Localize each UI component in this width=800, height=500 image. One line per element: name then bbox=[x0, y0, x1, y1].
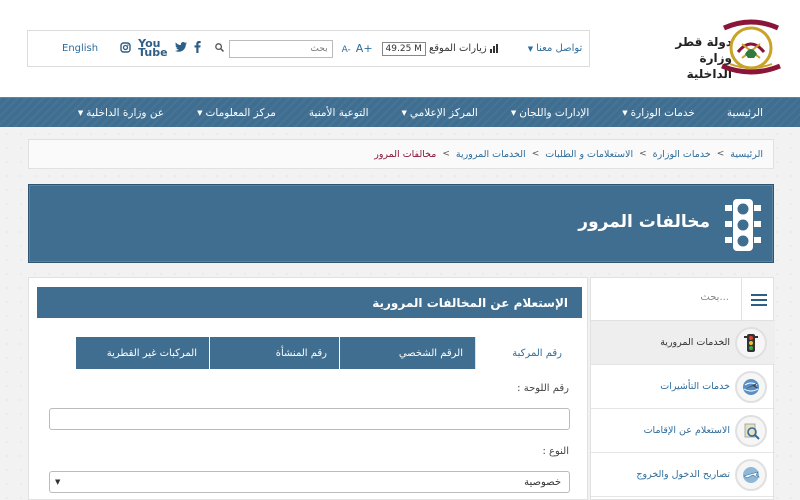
tab-label: رقم المركبة bbox=[512, 347, 562, 359]
tab-label: الرقم الشخصي bbox=[398, 347, 463, 359]
nav-item-information-center[interactable]: مركز المعلومات ▼ bbox=[197, 107, 276, 119]
nav-item-label: خدمات الوزارة bbox=[630, 106, 695, 119]
vehicle-type-label: النوع : bbox=[542, 446, 569, 457]
tab-non-qatari-vehicles[interactable]: المركبات غير القطرية bbox=[75, 337, 209, 369]
nav-item-media-center[interactable]: المركز الإعلامي ▼ bbox=[402, 107, 478, 119]
nav-item-label: المركز الإعلامي bbox=[409, 106, 478, 119]
visits-label: زيارات الموقع bbox=[428, 43, 487, 54]
twitter-icon[interactable] bbox=[174, 42, 187, 55]
breadcrumb-item[interactable]: الاستعلامات و الطلبات bbox=[545, 149, 633, 160]
inquiry-panel: الإستعلام عن المخالفات المرورية رقم المر… bbox=[28, 277, 588, 500]
tab-label: المركبات غير القطرية bbox=[106, 347, 197, 359]
breadcrumb-separator: > bbox=[531, 149, 540, 159]
sidebar-item-visa-services[interactable]: خدمات التأشيرات bbox=[591, 365, 775, 409]
caret-down-icon: ▼ bbox=[77, 108, 84, 117]
tab-vehicle-number[interactable]: رقم المركبة bbox=[475, 337, 574, 369]
traffic-light-icon bbox=[723, 197, 763, 253]
visits-count: 49.25 M bbox=[381, 41, 426, 56]
tab-personal-number[interactable]: الرقم الشخصي bbox=[339, 337, 475, 369]
instagram-icon[interactable] bbox=[120, 41, 131, 56]
contact-us-label: تواصل معنا bbox=[536, 43, 583, 54]
hamburger-menu-icon[interactable] bbox=[741, 278, 775, 321]
plate-number-label: رقم اللوحة : bbox=[517, 383, 569, 394]
caret-down-icon: ▼ bbox=[197, 108, 203, 117]
breadcrumb-separator: > bbox=[639, 149, 647, 159]
panel-title: الإستعلام عن المخالفات المرورية bbox=[37, 287, 582, 318]
airplane-icon bbox=[735, 458, 767, 491]
breadcrumb-separator: > bbox=[442, 149, 450, 159]
ministry-emblem-icon[interactable] bbox=[716, 14, 786, 78]
caret-down-icon: ▼ bbox=[527, 44, 534, 53]
main-nav: الرئيسية خدمات الوزارة ▼ الإدارات واللجا… bbox=[0, 97, 800, 127]
utility-bar: English You Tube A- A+ bbox=[27, 30, 590, 67]
sidebar-item-label: تصاريح الدخول والخروج bbox=[636, 469, 730, 480]
caret-down-icon: ▼ bbox=[55, 478, 61, 486]
header-search bbox=[214, 39, 333, 58]
font-increase-button[interactable]: A+ bbox=[356, 42, 373, 55]
nav-item-security-awareness[interactable]: التوعية الأمنية bbox=[309, 107, 369, 119]
language-link[interactable]: English bbox=[62, 43, 98, 54]
traffic-light-icon bbox=[735, 326, 767, 359]
breadcrumb-item[interactable]: الرئيسية bbox=[730, 149, 763, 160]
vehicle-type-value: خصوصية bbox=[524, 476, 561, 488]
social-links: You Tube bbox=[120, 38, 201, 59]
tab-label: رقم المنشأة bbox=[275, 347, 327, 359]
nav-item-about-ministry[interactable]: عن وزارة الداخلية ▼ bbox=[78, 107, 164, 119]
sidebar-item-label: الخدمات المرورية bbox=[660, 337, 730, 348]
sidebar-item-label: خدمات التأشيرات bbox=[660, 381, 730, 392]
magnifier-document-icon bbox=[735, 414, 767, 447]
nav-item-label: التوعية الأمنية bbox=[308, 106, 369, 119]
sidebar-search-placeholder: بحث... bbox=[700, 292, 729, 303]
breadcrumb-item[interactable]: خدمات الوزارة bbox=[653, 149, 711, 160]
nav-item-departments[interactable]: الإدارات واللجان ▼ bbox=[511, 107, 589, 119]
sidebar-item-entry-exit-permits[interactable]: تصاريح الدخول والخروج bbox=[591, 453, 775, 497]
breadcrumb-separator: > bbox=[716, 149, 725, 159]
search-icon[interactable] bbox=[214, 42, 224, 55]
sidebar-item-residency-inquiry[interactable]: الاستعلام عن الإقامات bbox=[591, 409, 775, 453]
facebook-icon[interactable] bbox=[194, 41, 201, 56]
page-banner: مخالفات المرور bbox=[28, 184, 774, 263]
nav-item-label: مركز المعلومات bbox=[205, 106, 276, 119]
bar-chart-icon bbox=[489, 44, 498, 53]
airplane-globe-icon bbox=[735, 370, 767, 403]
sidebar-item-traffic-services[interactable]: الخدمات المرورية bbox=[591, 321, 775, 365]
breadcrumb: الرئيسية > خدمات الوزارة > الاستعلامات و… bbox=[28, 139, 774, 169]
nav-item-ministry-services[interactable]: خدمات الوزارة ▼ bbox=[622, 107, 695, 119]
breadcrumb-current: مخالفات المرور bbox=[374, 148, 437, 160]
tab-establishment-number[interactable]: رقم المنشأة bbox=[209, 337, 339, 369]
caret-down-icon: ▼ bbox=[622, 108, 628, 117]
nav-item-label: الإدارات واللجان bbox=[519, 106, 590, 119]
services-sidebar: بحث... الخدمات المرورية خدمات التأشيرات … bbox=[590, 277, 775, 500]
youtube-icon-text-bottom: Tube bbox=[138, 45, 168, 59]
nav-item-label: الرئيسية bbox=[726, 106, 763, 119]
nav-item-home[interactable]: الرئيسية bbox=[727, 107, 763, 119]
caret-down-icon: ▼ bbox=[510, 108, 517, 117]
site-header: English You Tube A- A+ bbox=[0, 0, 800, 97]
caret-down-icon: ▼ bbox=[401, 108, 407, 117]
contact-us-dropdown[interactable]: ▼ تواصل معنا bbox=[528, 43, 583, 54]
inquiry-tabs: رقم المركبة الرقم الشخصي رقم المنشأة الم… bbox=[45, 337, 574, 369]
search-input[interactable] bbox=[228, 39, 333, 58]
font-size-controls: A- A+ bbox=[342, 42, 373, 55]
plate-number-input[interactable] bbox=[49, 408, 570, 430]
sidebar-item-label: الاستعلام عن الإقامات bbox=[643, 425, 730, 436]
page-title: مخالفات المرور bbox=[578, 212, 710, 232]
site-visits: 49.25 M زيارات الموقع bbox=[381, 41, 498, 56]
breadcrumb-item[interactable]: الخدمات المرورية bbox=[456, 149, 526, 160]
nav-item-label: عن وزارة الداخلية bbox=[86, 106, 165, 119]
youtube-icon[interactable]: You Tube bbox=[138, 38, 168, 59]
vehicle-type-select[interactable]: ▼ خصوصية bbox=[49, 471, 570, 493]
font-decrease-button[interactable]: A- bbox=[342, 45, 351, 55]
sidebar-search[interactable]: بحث... bbox=[591, 278, 775, 321]
